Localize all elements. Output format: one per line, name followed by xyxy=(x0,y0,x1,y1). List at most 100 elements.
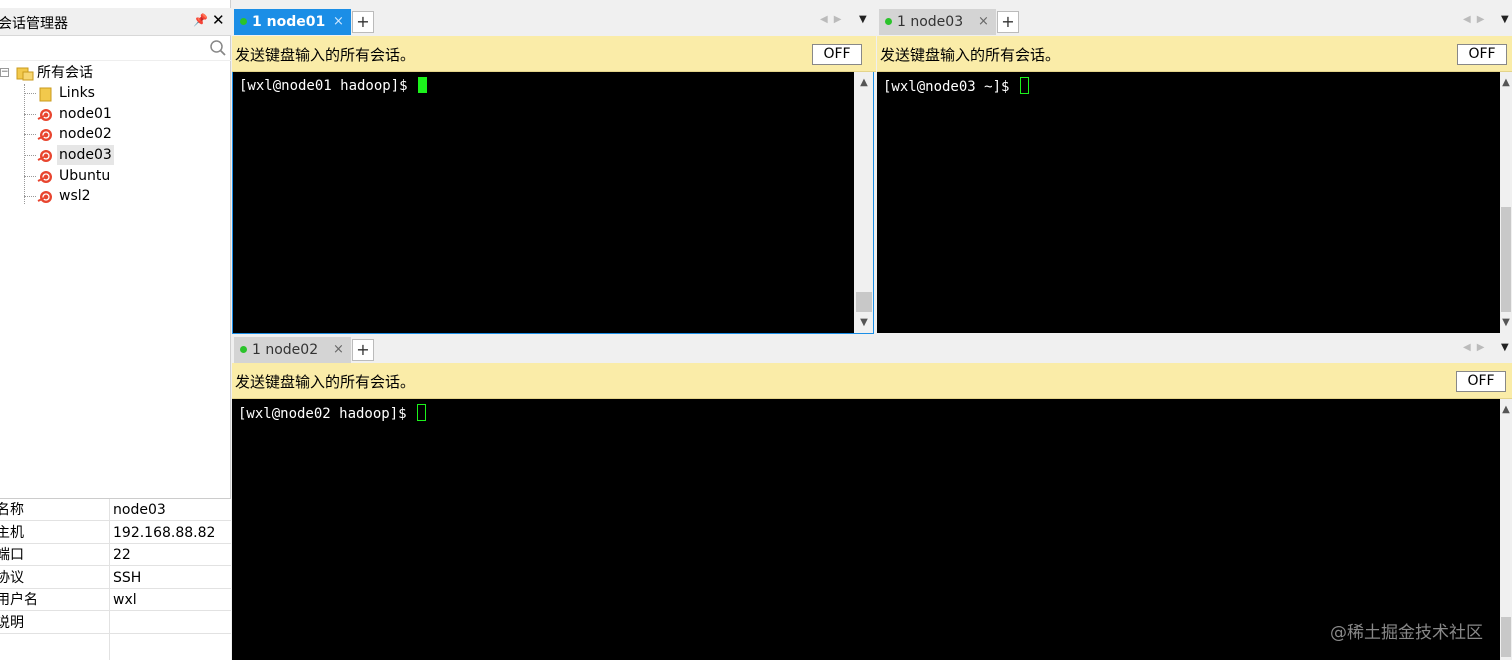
property-key: 名称 xyxy=(0,502,24,518)
tab-bar: 1 node02 × + ◀▶ ▼ xyxy=(232,336,1512,364)
tab-menu-dropdown-icon[interactable]: ▼ xyxy=(1501,342,1509,353)
tab-bar: 1 node03 × + ◀▶ ▼ xyxy=(877,8,1512,36)
session-manager-header: 会话管理器 📌 ✕ xyxy=(0,8,231,36)
tab-menu-dropdown-icon[interactable]: ▼ xyxy=(1501,14,1509,25)
tab-bar: 1 node01 × + ◀▶ ▼ xyxy=(232,8,876,36)
tab-node01[interactable]: 1 node01 × xyxy=(234,9,351,35)
vertical-scrollbar[interactable]: ▲ xyxy=(1500,399,1512,660)
terminal-prompt: [wxl@node01 hadoop]$ xyxy=(239,77,428,94)
session-manager-panel: 会话管理器 📌 ✕ − 所有会话 Links node01 node02 nod… xyxy=(0,0,231,660)
broadcast-text: 发送键盘输入的所有会话。 xyxy=(235,46,416,64)
session-icon xyxy=(37,150,52,162)
tree-item-label: node03 xyxy=(57,145,114,165)
property-value: 22 xyxy=(113,547,131,563)
tree-item-links[interactable]: Links xyxy=(24,83,134,103)
tree-connector xyxy=(24,93,36,94)
property-key: 说明 xyxy=(0,615,24,631)
tab-scroll-arrows-icon[interactable]: ◀▶ xyxy=(820,14,847,25)
tree-connector xyxy=(24,176,36,177)
scrollbar-thumb[interactable] xyxy=(1501,617,1511,657)
tree-item-label: Links xyxy=(59,85,95,101)
tab-close-icon[interactable]: × xyxy=(978,9,989,35)
connected-status-dot xyxy=(240,346,247,353)
tree-item-wsl2[interactable]: wsl2 xyxy=(24,186,134,206)
watermark: @稀土掘金技术社区 xyxy=(1330,623,1483,643)
session-icon xyxy=(37,171,52,183)
tab-close-icon[interactable]: × xyxy=(333,9,344,35)
terminal-screen[interactable]: [wxl@node03 ~]$ xyxy=(877,72,1500,333)
scroll-down-arrow-icon[interactable]: ▼ xyxy=(854,314,874,332)
tab-menu-dropdown-icon[interactable]: ▼ xyxy=(859,14,867,25)
folder-icon xyxy=(39,87,52,102)
tab-close-icon[interactable]: × xyxy=(333,337,344,363)
tree-item-ubuntu[interactable]: Ubuntu xyxy=(24,166,134,186)
broadcast-bar: 发送键盘输入的所有会话。 OFF xyxy=(232,363,1512,399)
broadcast-off-button[interactable]: OFF xyxy=(1457,44,1507,65)
property-value: wxl xyxy=(113,592,137,608)
tree-root-all-sessions[interactable]: − 所有会话 xyxy=(0,63,120,83)
tree-connector xyxy=(24,114,36,115)
close-icon[interactable]: ✕ xyxy=(212,11,225,29)
tab-node03[interactable]: 1 node03 × xyxy=(879,9,996,35)
property-row-description: 说明 xyxy=(0,612,231,634)
folder-group-icon xyxy=(16,67,34,81)
terminal-prompt: [wxl@node03 ~]$ xyxy=(883,77,1029,95)
terminal-cursor xyxy=(417,404,427,421)
property-key: 主机 xyxy=(0,525,24,541)
tree-item-node02[interactable]: node02 xyxy=(24,124,134,144)
search-icon[interactable] xyxy=(209,39,227,57)
connected-status-dot xyxy=(885,18,892,25)
broadcast-text: 发送键盘输入的所有会话。 xyxy=(880,46,1061,64)
pin-icon[interactable]: 📌 xyxy=(193,13,208,27)
broadcast-bar: 发送键盘输入的所有会话。 OFF xyxy=(877,36,1512,72)
tab-scroll-arrows-icon[interactable]: ◀▶ xyxy=(1463,342,1490,353)
broadcast-off-button[interactable]: OFF xyxy=(1456,371,1506,392)
tree-item-label: Ubuntu xyxy=(59,168,111,184)
tab-label: 1 node01 xyxy=(252,14,326,30)
session-icon xyxy=(37,129,52,141)
scroll-up-arrow-icon[interactable]: ▲ xyxy=(1500,401,1512,419)
new-tab-button[interactable]: + xyxy=(997,11,1019,33)
property-value: SSH xyxy=(113,570,142,586)
broadcast-text: 发送键盘输入的所有会话。 xyxy=(235,373,416,391)
property-row-name: 名称 node03 xyxy=(0,499,231,521)
tree-item-label: wsl2 xyxy=(59,188,91,204)
terminal-prompt: [wxl@node02 hadoop]$ xyxy=(238,404,427,422)
tab-node02[interactable]: 1 node02 × xyxy=(234,337,351,363)
property-row-protocol: 协议 SSH xyxy=(0,567,231,589)
tree-item-label: node02 xyxy=(59,126,112,142)
tree-root-label: 所有会话 xyxy=(37,65,93,81)
new-tab-button[interactable]: + xyxy=(352,11,374,33)
property-key: 端口 xyxy=(0,547,24,563)
broadcast-bar: 发送键盘输入的所有会话。 OFF xyxy=(232,36,876,72)
broadcast-off-button[interactable]: OFF xyxy=(812,44,862,65)
session-search-field[interactable] xyxy=(0,37,231,61)
scrollbar-thumb[interactable] xyxy=(856,292,872,312)
connected-status-dot xyxy=(240,18,247,25)
scroll-up-arrow-icon[interactable]: ▲ xyxy=(854,74,874,92)
vertical-scrollbar[interactable]: ▲ ▼ xyxy=(854,72,874,334)
property-key: 用户名 xyxy=(0,592,38,608)
terminal-screen[interactable]: [wxl@node01 hadoop]$ xyxy=(232,72,854,334)
new-tab-button[interactable]: + xyxy=(352,339,374,361)
terminal-pane-node03: 1 node03 × + ◀▶ ▼ 发送键盘输入的所有会话。 OFF [wxl@… xyxy=(877,8,1512,334)
terminal-screen[interactable]: [wxl@node02 hadoop]$ xyxy=(232,399,1500,660)
property-row-port: 端口 22 xyxy=(0,544,231,566)
vertical-scrollbar[interactable]: ▲ ▼ xyxy=(1500,72,1512,333)
tab-scroll-arrows-icon[interactable]: ◀▶ xyxy=(1463,14,1490,25)
tree-connector xyxy=(24,155,36,156)
tree-item-node01[interactable]: node01 xyxy=(24,104,134,124)
property-key: 协议 xyxy=(0,570,24,586)
scroll-down-arrow-icon[interactable]: ▼ xyxy=(1500,314,1512,332)
property-row-host: 主机 192.168.88.82 xyxy=(0,522,231,544)
terminal-cursor xyxy=(418,77,428,93)
collapse-icon[interactable]: − xyxy=(0,68,9,77)
scroll-up-arrow-icon[interactable]: ▲ xyxy=(1500,74,1512,92)
tree-item-label: node01 xyxy=(59,106,112,122)
session-properties-table: 名称 node03 主机 192.168.88.82 端口 22 协议 SSH … xyxy=(0,498,231,660)
tree-item-node03[interactable]: node03 xyxy=(24,145,124,165)
tree-connector xyxy=(24,134,36,135)
tab-label: 1 node02 xyxy=(252,342,319,358)
scrollbar-thumb[interactable] xyxy=(1501,207,1511,312)
property-value: 192.168.88.82 xyxy=(113,525,216,541)
